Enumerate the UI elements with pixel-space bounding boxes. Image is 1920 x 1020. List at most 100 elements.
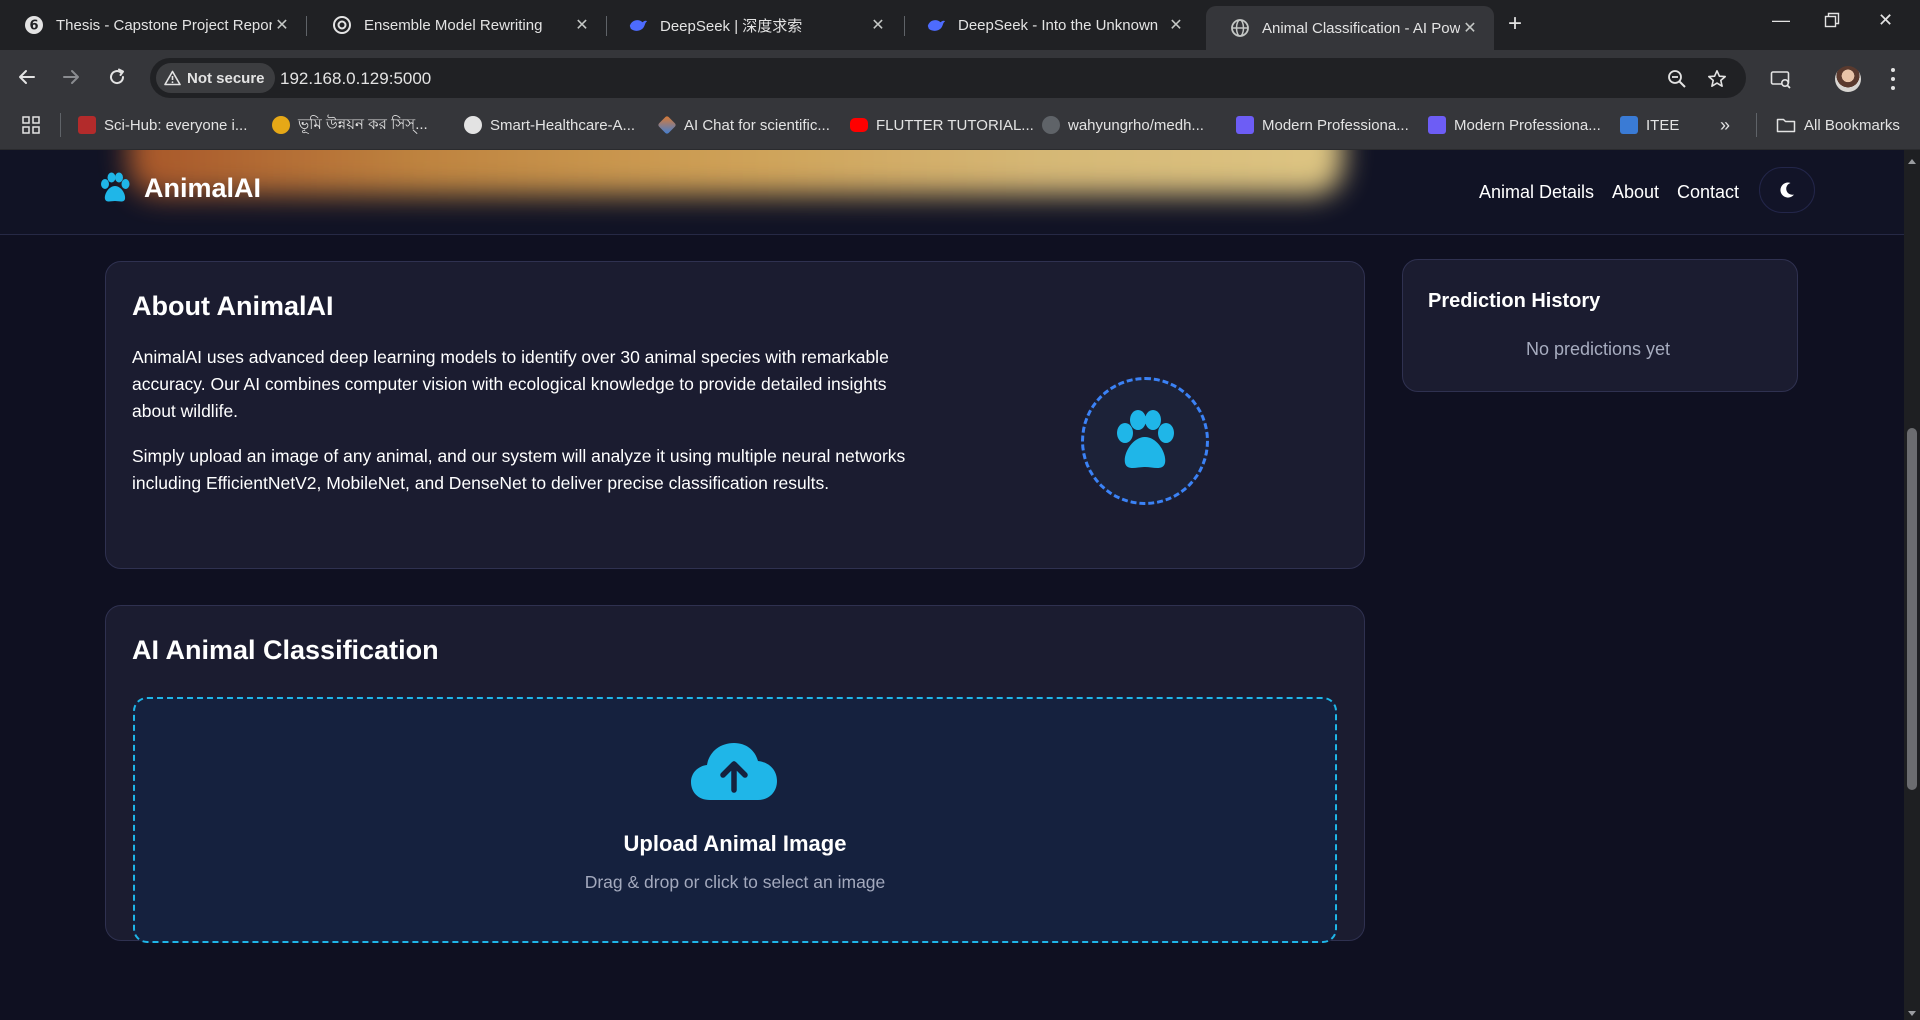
paw-icon <box>1110 409 1180 473</box>
menu-icon[interactable] <box>1888 66 1898 92</box>
tab-title: DeepSeek - Into the Unknown <box>958 16 1159 34</box>
site-navbar: AnimalAI Animal Details About Contact <box>0 150 1904 235</box>
resume-icon <box>1236 116 1254 134</box>
forward-icon[interactable] <box>58 64 84 90</box>
tab-divider <box>306 16 307 36</box>
page-viewport: AnimalAI Animal Details About Contact Ab… <box>0 150 1904 1020</box>
brand-logo[interactable]: AnimalAI <box>98 172 261 204</box>
itee-icon <box>1620 116 1638 134</box>
github-icon <box>464 116 482 134</box>
bookmark-item[interactable]: Modern Professiona... <box>1428 114 1601 136</box>
close-window-icon[interactable]: ✕ <box>1878 10 1893 31</box>
tab-title: Ensemble Model Rewriting <box>364 16 543 34</box>
restore-icon[interactable] <box>1824 12 1840 33</box>
hero-image-blurred <box>128 150 1343 195</box>
about-paragraph-1: AnimalAI uses advanced deep learning mod… <box>132 347 889 421</box>
cast-search-icon[interactable] <box>1768 66 1794 92</box>
bookmark-item[interactable]: ITEE <box>1620 114 1679 136</box>
scroll-up-icon[interactable] <box>1907 153 1917 164</box>
tab-close-icon[interactable]: ✕ <box>272 15 292 35</box>
browser-tabstrip: 6 Thesis - Capstone Project Repor ✕ Ense… <box>0 0 1920 50</box>
prediction-history-card <box>1402 259 1798 392</box>
history-empty-message: No predictions yet <box>1525 339 1671 359</box>
bookmark-label: Smart-Healthcare-A... <box>490 116 636 134</box>
apps-grid-icon[interactable] <box>22 116 40 139</box>
land-tax-icon <box>272 116 290 134</box>
bookmarks-overflow-icon[interactable]: » <box>1720 114 1730 136</box>
back-icon[interactable] <box>14 64 40 90</box>
scihub-icon <box>78 116 96 134</box>
bookmark-label: ভূমি উন্নয়ন কর সিস্... <box>298 115 428 133</box>
bookmark-item[interactable]: ভূমি উন্নয়ন কর সিস্... <box>272 114 428 136</box>
bookmark-label: Modern Professiona... <box>1454 116 1601 134</box>
youtube-icon <box>850 118 868 132</box>
upload-title: Upload Animal Image <box>623 831 847 856</box>
scroll-down-icon[interactable] <box>1907 1006 1917 1016</box>
warning-icon <box>164 70 181 86</box>
browser-tab-active[interactable]: Animal Classification - AI Power ✕ <box>1206 6 1494 50</box>
security-label: Not secure <box>187 69 265 87</box>
chatgpt-icon <box>332 15 352 35</box>
thesis-icon: 6 <box>24 15 44 35</box>
upload-dropzone[interactable] <box>133 697 1337 943</box>
reload-icon[interactable] <box>104 64 130 90</box>
scrollbar-thumb[interactable] <box>1907 428 1917 790</box>
bookmarks-divider <box>1756 113 1757 137</box>
tab-close-icon[interactable]: ✕ <box>868 15 888 35</box>
bookmark-item[interactable]: wahyungrho/medh... <box>1042 114 1204 136</box>
browser-tab[interactable]: Ensemble Model Rewriting ✕ <box>308 8 606 42</box>
profile-avatar[interactable] <box>1835 66 1861 92</box>
bookmark-label: Sci-Hub: everyone i... <box>104 116 248 134</box>
upload-subtitle: Drag & drop or click to select an image <box>584 872 886 892</box>
bookmark-label: AI Chat for scientific... <box>684 116 830 134</box>
tab-title: Animal Classification - AI Power <box>1262 19 1460 37</box>
cloud-upload-icon <box>690 740 778 807</box>
browser-tab[interactable]: DeepSeek | 深度求索 ✕ <box>604 8 902 42</box>
deepseek-icon <box>628 15 648 35</box>
security-chip[interactable]: Not secure <box>156 63 275 93</box>
tab-title: Thesis - Capstone Project Repor <box>56 16 272 34</box>
svg-text:6: 6 <box>29 19 38 34</box>
browser-tab[interactable]: DeepSeek - Into the Unknown ✕ <box>902 8 1200 42</box>
zoom-out-icon[interactable] <box>1664 66 1690 92</box>
bookmarks-divider <box>60 113 61 137</box>
tab-title: DeepSeek | 深度求索 <box>660 17 803 35</box>
globe-icon <box>1230 18 1250 38</box>
bookmark-item[interactable]: FLUTTER TUTORIAL... <box>850 114 1034 136</box>
bookmark-label: Modern Professiona... <box>1262 116 1409 134</box>
folder-icon <box>1776 117 1796 133</box>
resume-icon <box>1428 116 1446 134</box>
new-tab-button[interactable]: + <box>1508 12 1522 36</box>
paw-icon <box>98 172 132 204</box>
about-title: About AnimalAI <box>132 291 334 321</box>
tab-close-icon[interactable]: ✕ <box>1460 18 1480 38</box>
nav-link-contact[interactable]: Contact <box>1677 182 1739 203</box>
bookmark-label: FLUTTER TUTORIAL... <box>876 116 1034 134</box>
minimize-icon[interactable]: — <box>1772 10 1790 31</box>
about-paragraph-2: Simply upload an image of any animal, an… <box>132 446 906 493</box>
brand-name: AnimalAI <box>144 172 262 203</box>
bookmark-item[interactable]: Modern Professiona... <box>1236 114 1409 136</box>
bookmark-label: wahyungrho/medh... <box>1068 116 1204 134</box>
nav-link-animal-details[interactable]: Animal Details <box>1479 182 1594 203</box>
bookmark-label: ITEE <box>1646 116 1680 134</box>
history-title: Prediction History <box>1428 290 1601 312</box>
all-bookmarks-label: All Bookmarks <box>1804 116 1900 134</box>
classification-title: AI Animal Classification <box>132 635 439 665</box>
bookmark-item[interactable]: Sci-Hub: everyone i... <box>78 114 247 136</box>
ai-chat-icon <box>657 115 677 135</box>
tab-close-icon[interactable]: ✕ <box>572 15 592 35</box>
nav-link-about[interactable]: About <box>1612 182 1659 203</box>
bookmark-item[interactable]: Smart-Healthcare-A... <box>464 114 635 136</box>
all-bookmarks-button[interactable]: All Bookmarks <box>1776 114 1900 136</box>
moon-icon <box>1778 181 1796 199</box>
url-text[interactable]: 192.168.0.129:5000 <box>280 69 431 89</box>
tab-close-icon[interactable]: ✕ <box>1166 15 1186 35</box>
theme-toggle-button[interactable] <box>1759 167 1815 213</box>
star-icon[interactable] <box>1704 66 1730 92</box>
deepseek-icon <box>926 15 946 35</box>
browser-tab[interactable]: 6 Thesis - Capstone Project Repor ✕ <box>0 8 306 42</box>
github-icon <box>1042 116 1060 134</box>
bookmark-item[interactable]: AI Chat for scientific... <box>657 114 830 136</box>
about-illustration <box>1081 377 1209 505</box>
